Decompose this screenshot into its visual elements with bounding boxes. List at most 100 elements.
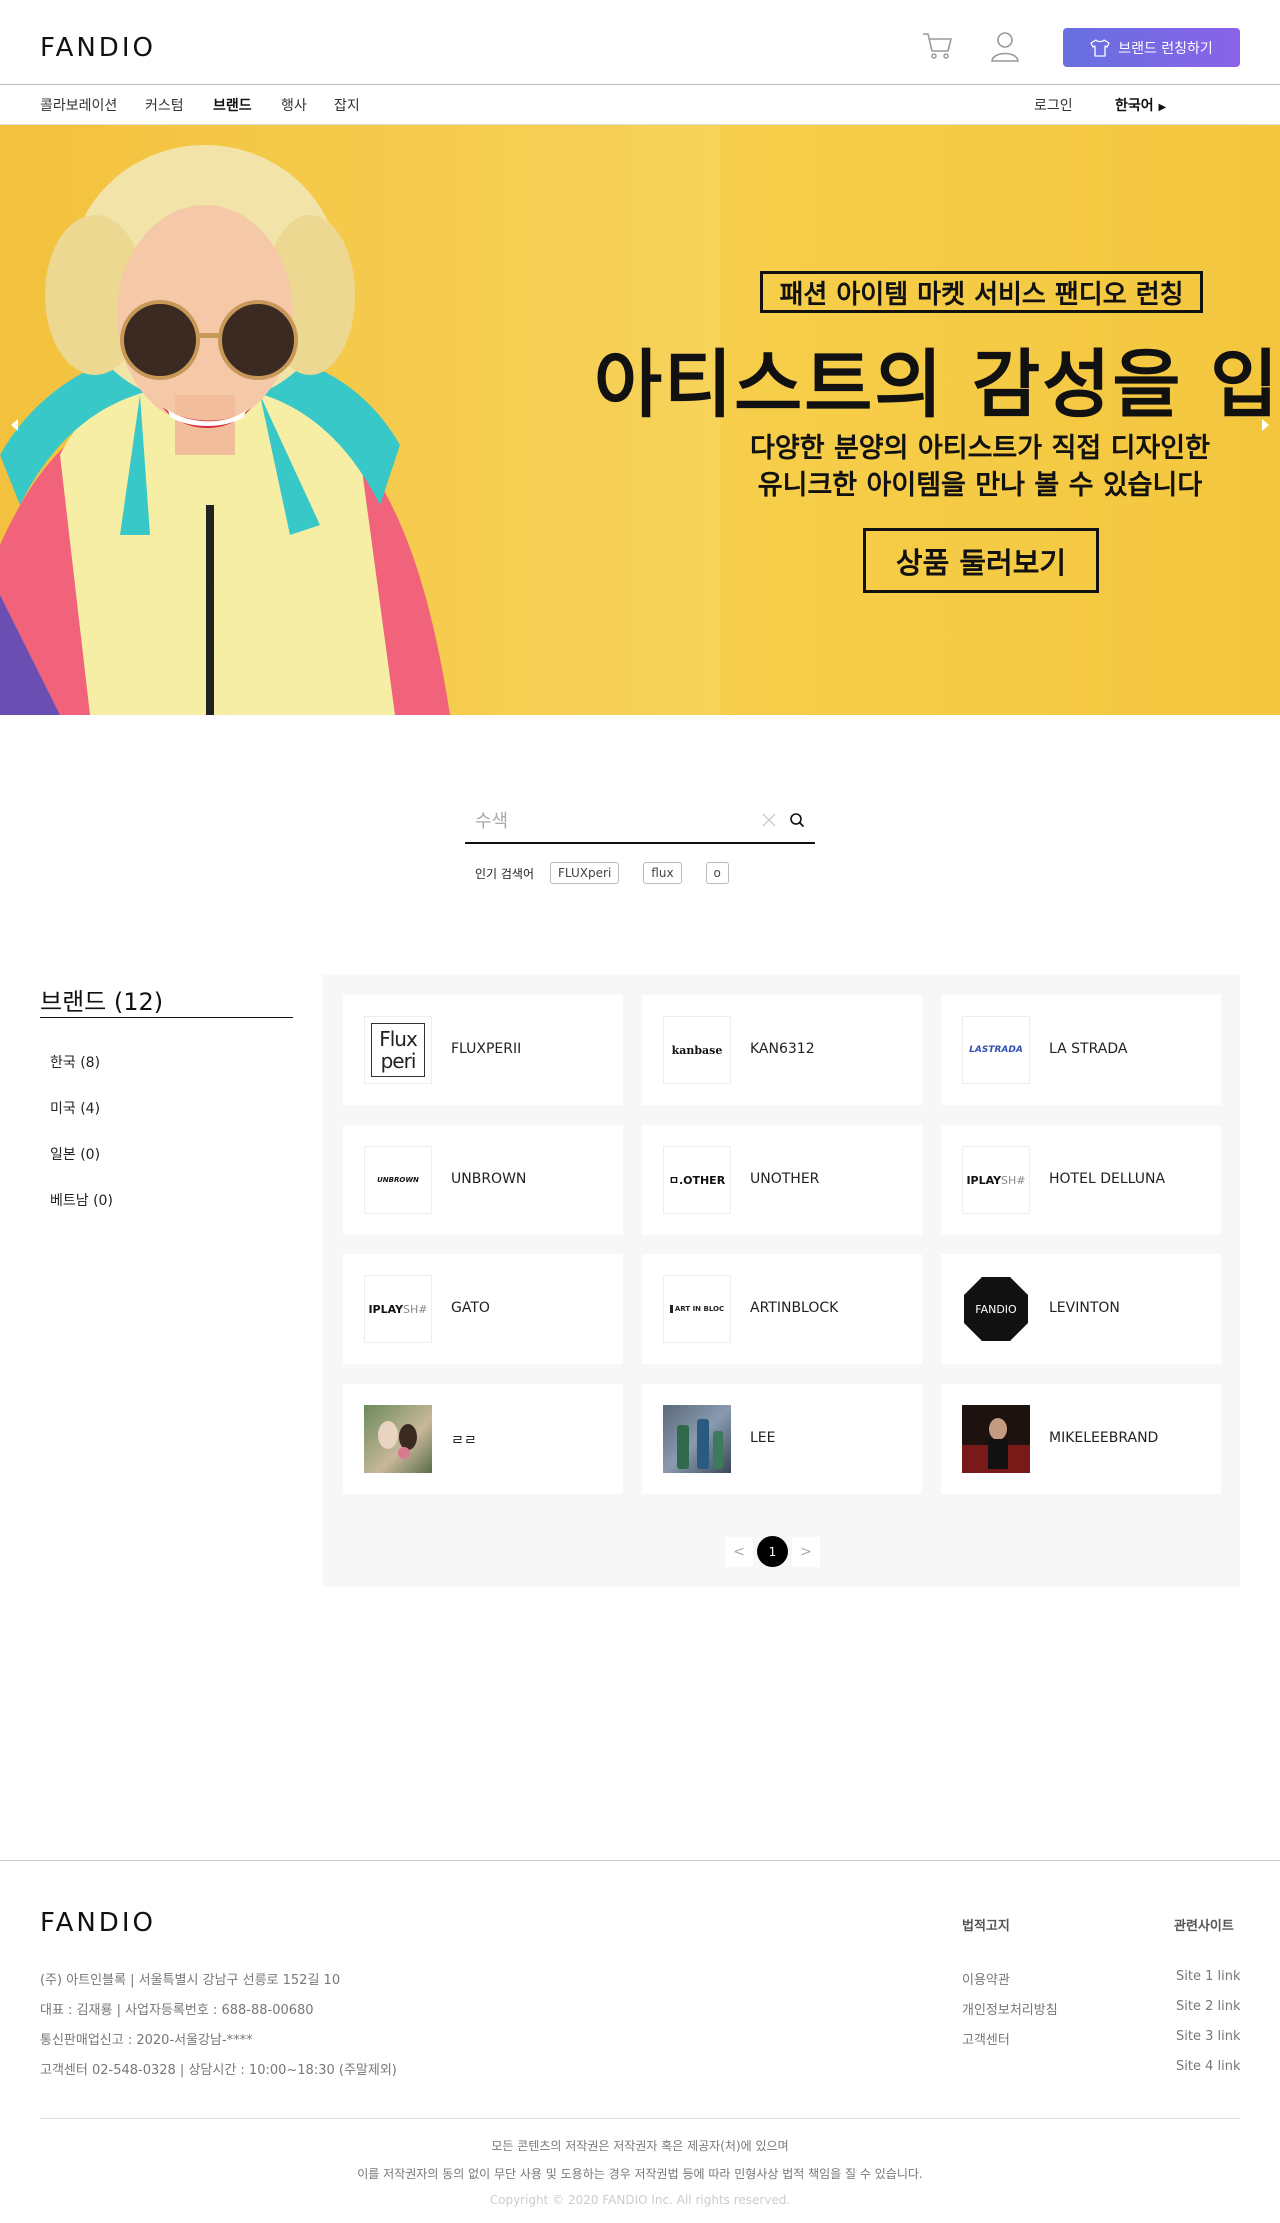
caret-right-icon: ▶ xyxy=(1158,102,1167,113)
cart-icon[interactable] xyxy=(922,31,954,61)
company-address: (주) 아트인블록 | 서울특별시 강남구 선릉로 152길 10 xyxy=(40,1973,341,1988)
brand-logo: ART IN BLOC xyxy=(663,1275,731,1343)
site-link[interactable]: Site 1 link xyxy=(1176,1969,1241,1984)
prev-slide-icon[interactable] xyxy=(8,415,22,435)
page-number-current[interactable]: 1 xyxy=(757,1536,788,1567)
support-link[interactable]: 고객센터 xyxy=(962,2029,1010,2048)
copyright: Copyright © 2020 FANDIO Inc. All rights … xyxy=(489,2193,791,2207)
brand-card[interactable]: Flux peri FLUXPERII xyxy=(343,995,623,1105)
lastrada-logo: LASTRADA xyxy=(969,1045,1023,1055)
brand-logo: IPLAYSH# xyxy=(364,1275,432,1343)
brand-photo xyxy=(663,1405,731,1473)
couple-photo xyxy=(378,1421,417,1459)
brand-card[interactable]: LASTRADA LA STRADA xyxy=(941,995,1221,1105)
search-bar xyxy=(465,800,815,844)
site-link[interactable]: Site 2 link xyxy=(1176,1999,1241,2014)
country-filter-vietnam[interactable]: 베트남 (0) xyxy=(50,1190,113,1210)
iplayshop-logo: IPLAYSH# xyxy=(966,1173,1026,1187)
popular-searches: 인기 검색어 FLUXperi flux o xyxy=(475,862,753,884)
company-ecommerce-id: 통신판매업신고 : 2020-서울강남-**** xyxy=(40,2033,253,2048)
nav-custom[interactable]: 커스텀 xyxy=(145,95,184,115)
brand-photo xyxy=(962,1405,1030,1473)
pagination: < 1 > xyxy=(725,1536,820,1567)
kanbase-logo: kanbase xyxy=(671,1043,723,1057)
brand-name: ARTINBLOCK xyxy=(750,1300,839,1316)
user-icon[interactable] xyxy=(990,30,1020,62)
search-icon[interactable] xyxy=(789,812,805,828)
nav-collaboration[interactable]: 콜라보레이션 xyxy=(40,95,117,115)
footer-divider xyxy=(40,2118,1240,2119)
brand-logo: FANDIO xyxy=(962,1275,1030,1343)
nav-brand[interactable]: 브랜드 xyxy=(213,95,252,115)
brand-count: (12) xyxy=(113,988,164,1016)
login-link[interactable]: 로그인 xyxy=(1034,95,1073,115)
brand-name: UNOTHER xyxy=(750,1171,820,1187)
hero-subtitle-line1: 다양한 분양의 아티스트가 직접 디자인한 xyxy=(750,433,1210,464)
brand-card[interactable]: ART IN BLOC ARTINBLOCK xyxy=(642,1254,922,1364)
brand-card[interactable]: ㄹㄹ xyxy=(343,1384,623,1494)
hero-subtitle-line2: 유니크한 아이템을 만나 볼 수 있습니다 xyxy=(757,470,1203,501)
svg-text:FANDIO: FANDIO xyxy=(975,1303,1017,1316)
language-select[interactable]: 한국어 ▶ xyxy=(1115,95,1166,115)
brand-photo xyxy=(364,1405,432,1473)
legal-title: 법적고지 xyxy=(962,1919,1010,1934)
brand-name: ㄹㄹ xyxy=(451,1433,477,1449)
brand-card[interactable]: IPLAYSH# GATO xyxy=(343,1254,623,1364)
related-sites-title: 관련사이트 xyxy=(1174,1919,1234,1934)
nav-event[interactable]: 행사 xyxy=(281,95,307,115)
brand-logo: LASTRADA xyxy=(962,1016,1030,1084)
search-input[interactable] xyxy=(475,804,755,838)
brand-launch-button[interactable]: 브랜드 런칭하기 xyxy=(1063,28,1240,67)
next-slide-icon[interactable] xyxy=(1258,415,1272,435)
main-nav: 콜라보레이션 커스텀 브랜드 행사 잡지 로그인 한국어 ▶ xyxy=(0,85,1280,125)
privacy-link[interactable]: 개인정보처리방침 xyxy=(962,1999,1058,2018)
prev-page-button[interactable]: < xyxy=(725,1536,753,1567)
brand-card[interactable]: MIKELEEBRAND xyxy=(941,1384,1221,1494)
brand-card[interactable]: UNBROWN UNBROWN xyxy=(343,1125,623,1235)
brand-name: LEE xyxy=(750,1430,776,1446)
brand-logo: Flux peri xyxy=(364,1016,432,1084)
next-page-button[interactable]: > xyxy=(792,1536,820,1567)
brand-name: MIKELEEBRAND xyxy=(1049,1430,1159,1446)
site-link[interactable]: Site 4 link xyxy=(1176,2059,1241,2074)
terms-link[interactable]: 이용약관 xyxy=(962,1969,1010,1988)
brand-name: LA STRADA xyxy=(1049,1041,1128,1057)
brand-card[interactable]: kanbase KAN6312 xyxy=(642,995,922,1105)
country-filter-japan[interactable]: 일본 (0) xyxy=(50,1144,100,1164)
country-filter-usa[interactable]: 미국 (4) xyxy=(50,1098,100,1118)
brand-logo: ㅁ.OTHER xyxy=(663,1146,731,1214)
brand-logo: UNBROWN xyxy=(364,1146,432,1214)
fluxperi-logo: Flux peri xyxy=(371,1023,425,1077)
iplayshop-logo: IPLAYSH# xyxy=(368,1302,428,1316)
brand-logo: IPLAYSH# xyxy=(962,1146,1030,1214)
site-header: FANDIO 브랜드 런칭하기 xyxy=(0,0,1280,85)
unbrown-logo: UNBROWN xyxy=(377,1176,419,1184)
popular-tag[interactable]: FLUXperi xyxy=(550,862,620,884)
hero-headline: 아티스트의 감성을 입 xyxy=(594,342,1280,428)
browse-products-button[interactable]: 상품 둘러보기 xyxy=(863,528,1099,593)
popular-tag[interactable]: flux xyxy=(643,862,682,884)
bottles-photo xyxy=(677,1419,723,1469)
brand-card[interactable]: ㅁ.OTHER UNOTHER xyxy=(642,1125,922,1235)
fandio-hex-logo: FANDIO xyxy=(964,1277,1028,1341)
country-filter-korea[interactable]: 한국 (8) xyxy=(50,1052,100,1072)
tshirt-icon xyxy=(1090,38,1110,57)
unother-logo: ㅁ.OTHER xyxy=(668,1174,726,1187)
brand-grid: Flux peri FLUXPERII kanbase KAN6312 LASTR… xyxy=(323,975,1240,1587)
site-logo[interactable]: FANDIO xyxy=(40,33,156,63)
site-link[interactable]: Site 3 link xyxy=(1176,2029,1241,2044)
brand-card[interactable]: IPLAYSH# HOTEL DELLUNA xyxy=(941,1125,1221,1235)
nav-magazine[interactable]: 잡지 xyxy=(334,95,360,115)
brand-card[interactable]: FANDIO LEVINTON xyxy=(941,1254,1221,1364)
brand-card[interactable]: LEE xyxy=(642,1384,922,1494)
footer-logo[interactable]: FANDIO xyxy=(40,1908,156,1938)
brand-name: LEVINTON xyxy=(1049,1300,1120,1316)
brand-name: FLUXPERII xyxy=(451,1041,522,1057)
copyright-notice-1: 모든 콘텐츠의 저작권은 저작권자 혹은 제공자(처)에 있으며 xyxy=(491,2139,789,2153)
brand-section-title: 브랜드 (12) xyxy=(40,982,293,1018)
popular-tag[interactable]: o xyxy=(705,862,729,884)
clear-icon[interactable] xyxy=(761,812,777,828)
brand-name: KAN6312 xyxy=(750,1041,815,1057)
popular-search-label: 인기 검색어 xyxy=(475,866,535,881)
brand-name: HOTEL DELLUNA xyxy=(1049,1171,1166,1187)
